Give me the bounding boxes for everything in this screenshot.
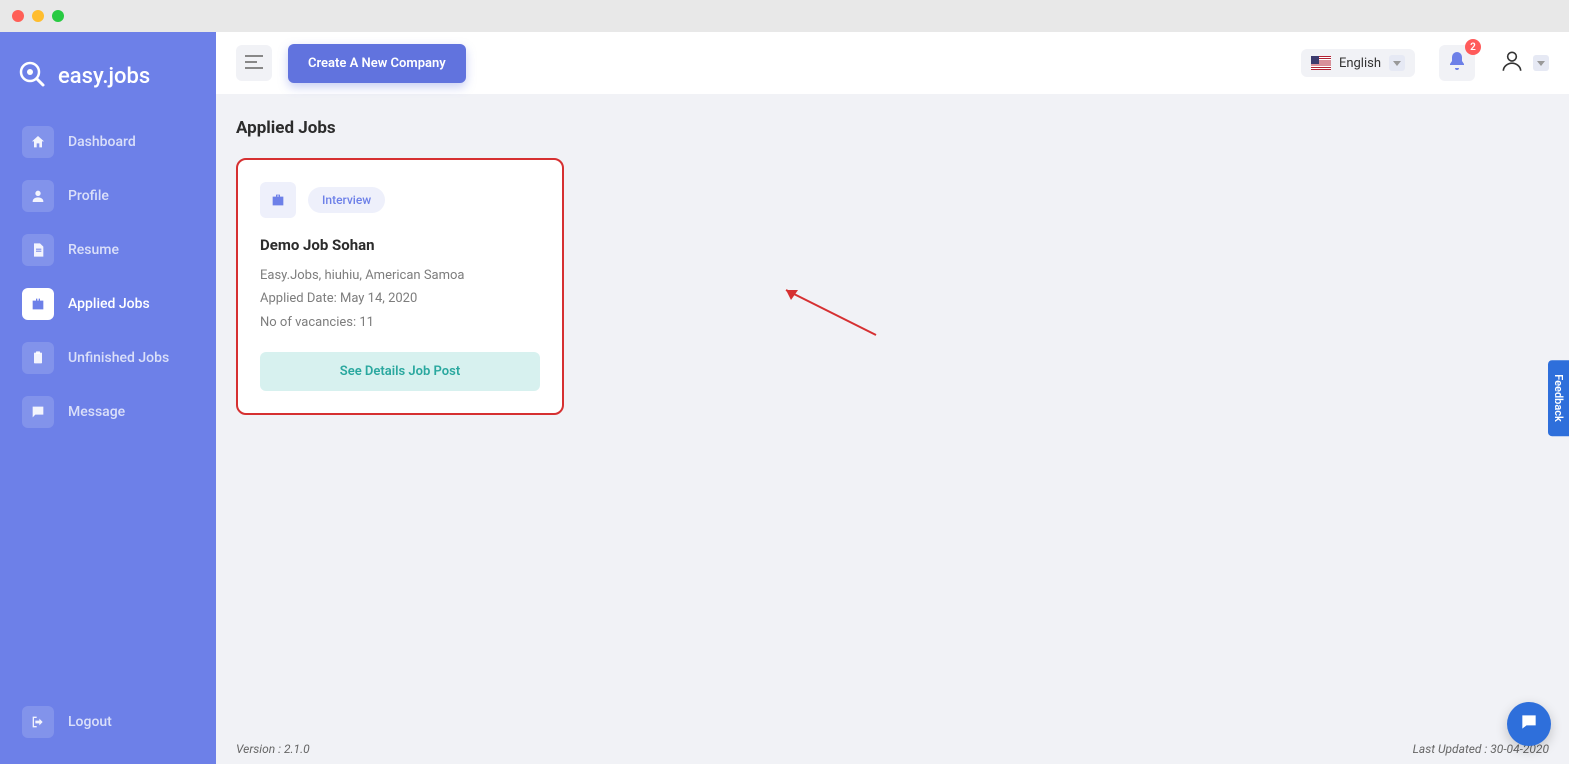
create-company-button[interactable]: Create A New Company: [288, 44, 466, 83]
logout-label: Logout: [68, 714, 112, 730]
version-label: Version : 2.1.0: [236, 742, 310, 756]
clipboard-icon: [22, 342, 54, 374]
sidebar-item-resume[interactable]: Resume: [12, 226, 204, 274]
logo-icon: [16, 58, 48, 94]
document-icon: [22, 234, 54, 266]
applied-job-card: Interview Demo Job Sohan Easy.Jobs, hiuh…: [236, 158, 564, 415]
sidebar-item-label: Profile: [68, 188, 109, 204]
sidebar-item-label: Resume: [68, 242, 119, 258]
chevron-down-icon: [1389, 55, 1405, 71]
status-badge: Interview: [308, 187, 385, 213]
chevron-down-icon: [1533, 55, 1549, 71]
content-area: Applied Jobs Interview Demo Job Sohan Ea…: [216, 94, 1569, 734]
us-flag-icon: [1311, 56, 1331, 70]
feedback-tab[interactable]: Feedback: [1548, 360, 1569, 436]
window-minimize-button[interactable]: [32, 10, 44, 22]
language-label: English: [1339, 56, 1381, 71]
bell-icon: [1449, 52, 1465, 74]
sidebar-item-dashboard[interactable]: Dashboard: [12, 118, 204, 166]
main-area: Create A New Company English 2: [216, 32, 1569, 764]
topbar: Create A New Company English 2: [216, 32, 1569, 94]
job-company-location: Easy.Jobs, hiuhiu, American Samoa: [260, 264, 540, 287]
user-menu[interactable]: [1499, 48, 1549, 78]
brand-name: easy.jobs: [58, 64, 150, 89]
footer: Version : 2.1.0 Last Updated : 30-04-202…: [216, 734, 1569, 764]
brand-logo[interactable]: easy.jobs: [12, 50, 204, 118]
notifications-button[interactable]: 2: [1439, 45, 1475, 81]
sidebar-toggle-button[interactable]: [236, 45, 272, 81]
avatar-icon: [1499, 48, 1525, 78]
job-title: Demo Job Sohan: [260, 236, 540, 254]
nav-list: Dashboard Profile Resume Applied Jobs: [12, 118, 204, 698]
briefcase-icon: [260, 182, 296, 218]
sidebar-item-applied-jobs[interactable]: Applied Jobs: [12, 280, 204, 328]
job-applied-date: Applied Date: May 14, 2020: [260, 287, 540, 310]
sidebar-item-label: Message: [68, 404, 125, 420]
job-vacancies: No of vacancies: 11: [260, 311, 540, 334]
window-close-button[interactable]: [12, 10, 24, 22]
window-maximize-button[interactable]: [52, 10, 64, 22]
see-details-button[interactable]: See Details Job Post: [260, 352, 540, 391]
home-icon: [22, 126, 54, 158]
message-icon: [22, 396, 54, 428]
notification-badge: 2: [1465, 39, 1481, 55]
sidebar-item-unfinished-jobs[interactable]: Unfinished Jobs: [12, 334, 204, 382]
window-title-bar: [0, 0, 1569, 32]
sidebar: easy.jobs Dashboard Profile Resume: [0, 32, 216, 764]
sidebar-item-label: Applied Jobs: [68, 296, 150, 312]
user-icon: [22, 180, 54, 212]
hamburger-icon: [245, 54, 263, 73]
sidebar-item-label: Unfinished Jobs: [68, 350, 169, 366]
briefcase-icon: [22, 288, 54, 320]
language-selector[interactable]: English: [1301, 49, 1415, 77]
chat-icon: [1519, 712, 1539, 736]
chat-widget-button[interactable]: [1507, 702, 1551, 746]
logout-icon: [22, 706, 54, 738]
sidebar-item-profile[interactable]: Profile: [12, 172, 204, 220]
sidebar-item-label: Dashboard: [68, 134, 136, 150]
sidebar-item-message[interactable]: Message: [12, 388, 204, 436]
page-title: Applied Jobs: [236, 118, 1549, 138]
logout-button[interactable]: Logout: [12, 698, 204, 746]
